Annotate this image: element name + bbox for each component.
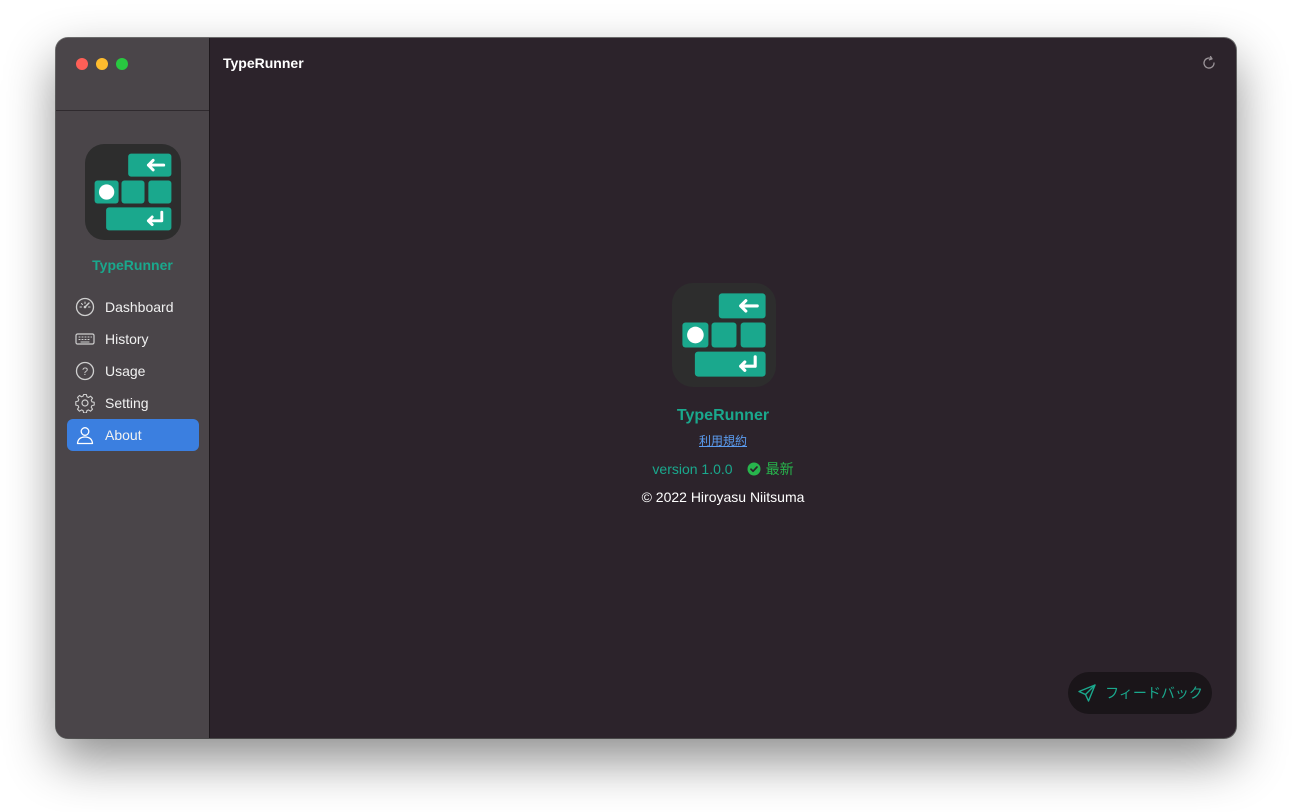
check-circle-icon <box>747 462 761 476</box>
titlebar-area <box>56 38 209 111</box>
app-window: TypeRunner Dashboard History ? Usage Set… <box>56 38 1236 738</box>
question-icon: ? <box>74 360 96 382</box>
feedback-button[interactable]: フィードバック <box>1068 672 1212 714</box>
sidebar-item-history[interactable]: History <box>67 323 199 355</box>
sidebar-item-about[interactable]: About <box>67 419 199 451</box>
minimize-window-button[interactable] <box>96 58 108 70</box>
status-text: 最新 <box>765 461 794 477</box>
copyright-text: © 2022 Hiroyasu Niitsuma <box>641 489 805 505</box>
person-icon <box>74 424 96 446</box>
sidebar-item-label: About <box>105 427 142 443</box>
sidebar-item-label: History <box>105 331 149 347</box>
close-window-button[interactable] <box>76 58 88 70</box>
sidebar-app-name: TypeRunner <box>92 257 173 273</box>
sidebar-item-label: Setting <box>105 395 149 411</box>
terms-link[interactable]: 利用規約 <box>623 432 823 449</box>
refresh-icon[interactable] <box>1201 55 1217 71</box>
feedback-label: フィードバック <box>1105 685 1203 701</box>
sidebar-item-label: Usage <box>105 363 146 379</box>
keyboard-icon <box>74 328 96 350</box>
about-app-name: TypeRunner <box>676 407 770 424</box>
version-text: version 1.0.0 <box>652 461 733 477</box>
zoom-window-button[interactable] <box>116 58 128 70</box>
app-logo-icon <box>85 144 181 240</box>
sidebar-nav: Dashboard History ? Usage Setting About <box>67 291 199 451</box>
gear-icon <box>74 392 96 414</box>
sidebar-item-dashboard[interactable]: Dashboard <box>67 291 199 323</box>
version-row: version 1.0.0 最新 <box>623 459 823 479</box>
sidebar-item-setting[interactable]: Setting <box>67 387 199 419</box>
sidebar: TypeRunner Dashboard History ? Usage Set… <box>56 38 210 738</box>
update-status: 最新 <box>747 459 794 479</box>
sidebar-item-label: Dashboard <box>105 299 174 315</box>
send-icon <box>1077 683 1097 703</box>
about-app-logo-icon <box>672 283 776 387</box>
gauge-icon <box>74 296 96 318</box>
page-title: TypeRunner <box>223 55 304 71</box>
svg-text:?: ? <box>82 366 88 378</box>
sidebar-item-usage[interactable]: ? Usage <box>67 355 199 387</box>
